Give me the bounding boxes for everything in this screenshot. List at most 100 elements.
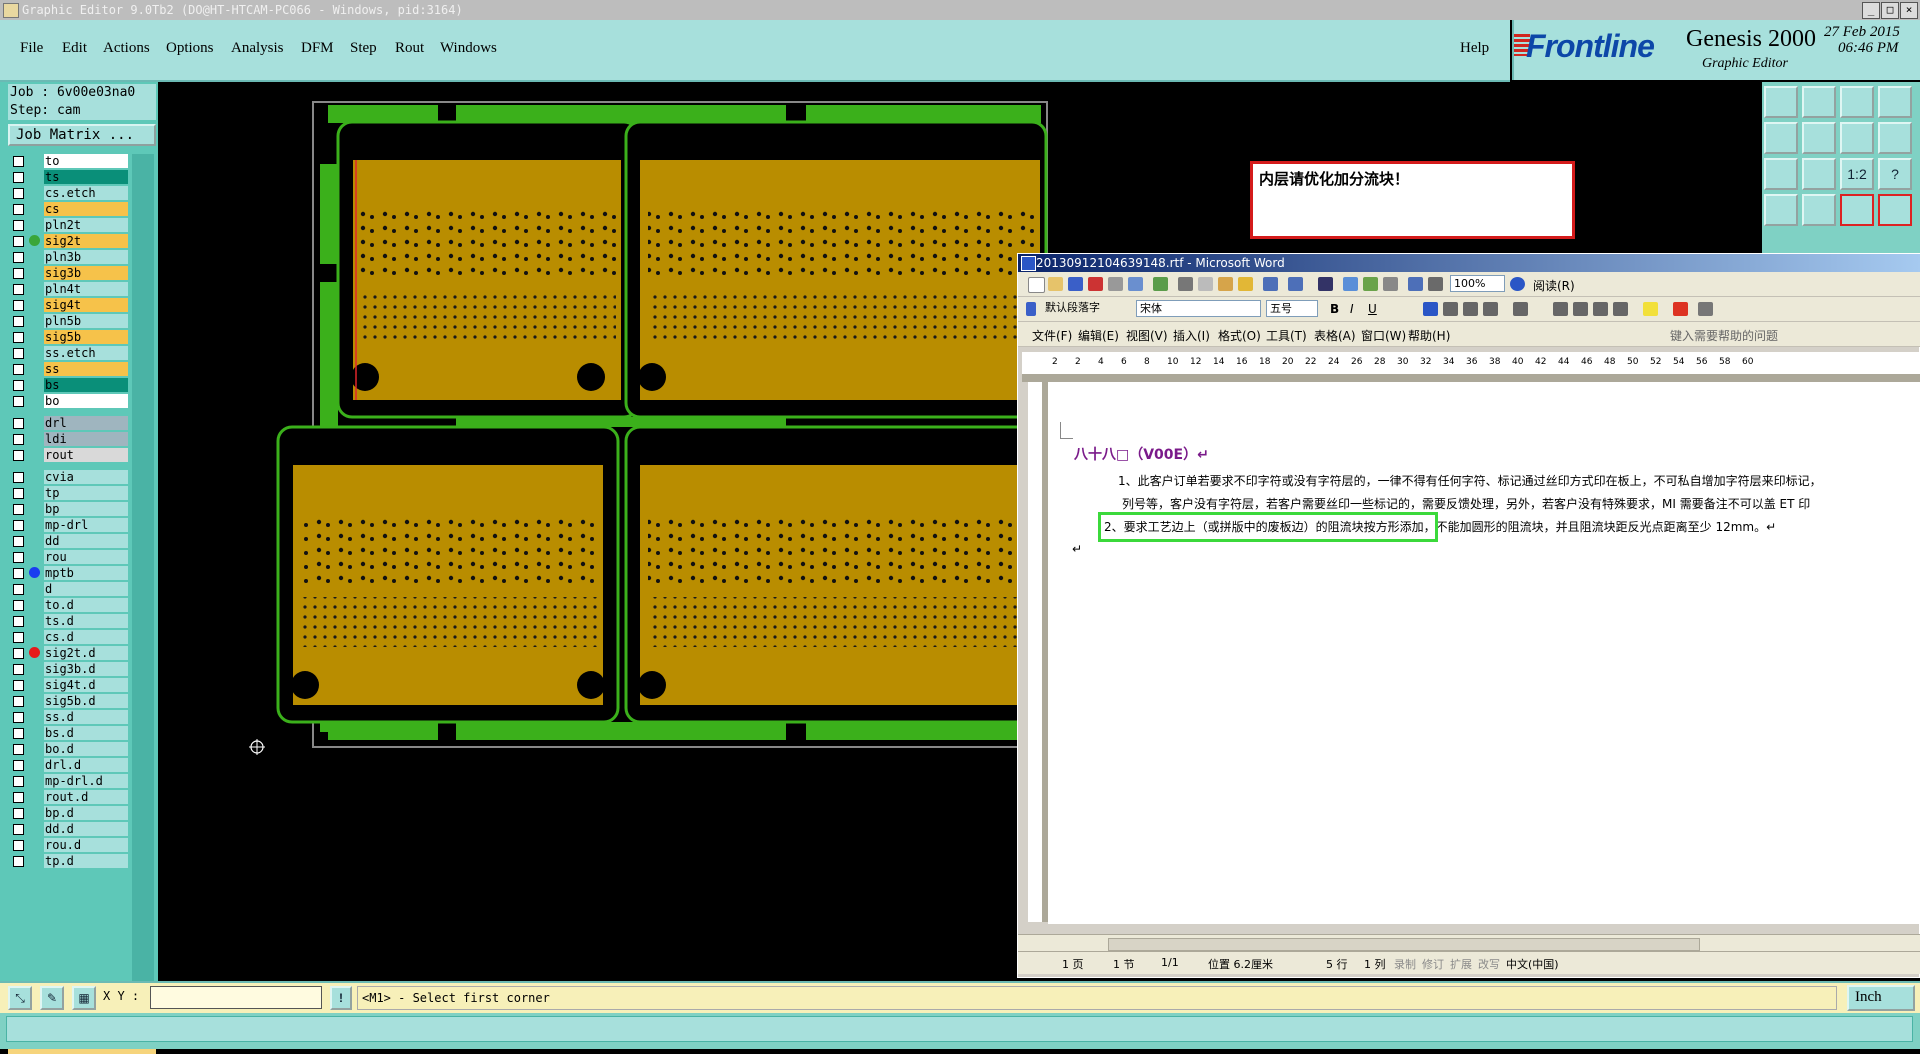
char-shading-icon[interactable] xyxy=(1698,302,1713,316)
layer-row[interactable]: sig4t xyxy=(8,298,130,312)
layer-checkbox[interactable] xyxy=(13,792,24,803)
layer-checkbox[interactable] xyxy=(13,252,24,263)
layer-row[interactable]: cvia xyxy=(8,470,130,484)
house-icon[interactable] xyxy=(1840,86,1874,118)
drawing-icon[interactable] xyxy=(1408,277,1423,291)
layer-name[interactable]: bp xyxy=(44,502,128,516)
layer-name[interactable]: tp.d xyxy=(44,854,128,868)
layer-row[interactable]: sig2t xyxy=(8,234,130,248)
copy-icon[interactable] xyxy=(1198,277,1213,291)
layer-row[interactable]: ts xyxy=(8,170,130,184)
layer-row[interactable]: pln4t xyxy=(8,282,130,296)
layer-checkbox[interactable] xyxy=(13,332,24,343)
layer-row[interactable]: cs.d xyxy=(8,630,130,644)
layer-name[interactable]: rou xyxy=(44,550,128,564)
center-icon[interactable] xyxy=(1802,158,1836,190)
layer-checkbox[interactable] xyxy=(13,520,24,531)
layer-name[interactable]: ldi xyxy=(44,432,128,446)
layer-name[interactable]: sig2t xyxy=(44,234,128,248)
layer-checkbox[interactable] xyxy=(13,552,24,563)
layer-checkbox[interactable] xyxy=(13,204,24,215)
help-icon[interactable]: ? xyxy=(1878,158,1912,190)
word-menu-window[interactable]: 窗口(W) xyxy=(1361,327,1406,344)
layer-row[interactable]: ss xyxy=(8,362,130,376)
job-matrix-button[interactable]: Job Matrix ... xyxy=(8,124,156,146)
highlight-icon[interactable] xyxy=(1643,302,1658,316)
layer-checkbox[interactable] xyxy=(13,268,24,279)
layer-row[interactable]: sig4t.d xyxy=(8,678,130,692)
layer-checkbox[interactable] xyxy=(13,284,24,295)
layer-name[interactable]: dd xyxy=(44,534,128,548)
layer-checkbox[interactable] xyxy=(13,808,24,819)
layer-name[interactable]: ts xyxy=(44,170,128,184)
layer-checkbox[interactable] xyxy=(13,364,24,375)
menu-edit[interactable]: Edit xyxy=(62,40,87,57)
layer-checkbox[interactable] xyxy=(13,504,24,515)
layer-name[interactable]: dd.d xyxy=(44,822,128,836)
layer-checkbox[interactable] xyxy=(13,472,24,483)
styles-icon[interactable] xyxy=(1026,302,1036,316)
status-extend[interactable]: 扩展 xyxy=(1450,956,1472,972)
layer-checkbox[interactable] xyxy=(13,632,24,643)
font-select[interactable]: 宋体 xyxy=(1136,300,1261,317)
line-spacing-icon[interactable] xyxy=(1513,302,1528,316)
zoom-select[interactable]: 100% xyxy=(1450,275,1505,292)
menu-actions[interactable]: Actions xyxy=(103,40,150,57)
word-menu-format[interactable]: 格式(O) xyxy=(1218,327,1261,344)
layer-name[interactable]: sig4t.d xyxy=(44,678,128,692)
measure-icon[interactable] xyxy=(1840,194,1874,226)
menu-rout[interactable]: Rout xyxy=(395,40,424,57)
layer-name[interactable]: ts.d xyxy=(44,614,128,628)
layer-checkbox[interactable] xyxy=(13,696,24,707)
layer-checkbox[interactable] xyxy=(13,348,24,359)
font-color-icon[interactable] xyxy=(1673,302,1688,316)
layer-row[interactable]: pln5b xyxy=(8,314,130,328)
layer-row[interactable]: ss.d xyxy=(8,710,130,724)
layer-row[interactable]: pln2t xyxy=(8,218,130,232)
layer-row[interactable]: rou xyxy=(8,550,130,564)
italic-button[interactable]: I xyxy=(1350,302,1354,316)
layer-row[interactable]: ldi xyxy=(8,432,130,446)
outdent-icon[interactable] xyxy=(1593,302,1608,316)
layer-name[interactable]: ss.d xyxy=(44,710,128,724)
layer-row[interactable]: ts.d xyxy=(8,614,130,628)
layer-name[interactable]: cvia xyxy=(44,470,128,484)
menu-file[interactable]: File xyxy=(20,40,43,57)
layer-row[interactable]: bs.d xyxy=(8,726,130,740)
word-menu-table[interactable]: 表格(A) xyxy=(1314,327,1356,344)
horizontal-ruler[interactable]: 2 2 4 6 8 10 12 14 16 18 20 22 24 26 28 30 32 34 36 38 40 42 4… xyxy=(1022,352,1920,382)
redo-icon[interactable] xyxy=(1288,277,1303,291)
layer-name[interactable]: sig5b.d xyxy=(44,694,128,708)
layer-row[interactable]: rou.d xyxy=(8,838,130,852)
layer-checkbox[interactable] xyxy=(13,600,24,611)
columns-icon[interactable] xyxy=(1383,277,1398,291)
paste-icon[interactable] xyxy=(1218,277,1233,291)
menu-help[interactable]: Help xyxy=(1460,40,1489,57)
layer-row[interactable]: rout.d xyxy=(8,790,130,804)
layer-checkbox[interactable] xyxy=(13,664,24,675)
layer-checkbox[interactable] xyxy=(13,418,24,429)
layer-name[interactable]: mp-drl xyxy=(44,518,128,532)
layer-name[interactable]: pln4t xyxy=(44,282,128,296)
layer-row[interactable]: cs.etch xyxy=(8,186,130,200)
align-left-icon[interactable] xyxy=(1423,302,1438,316)
status-record[interactable]: 录制 xyxy=(1394,956,1416,972)
word-menu-edit[interactable]: 编辑(E) xyxy=(1078,327,1119,344)
units-button[interactable]: Inch xyxy=(1847,985,1915,1011)
layer-checkbox[interactable] xyxy=(13,156,24,167)
layer-name[interactable]: mptb xyxy=(44,566,128,580)
layer-name[interactable]: rout.d xyxy=(44,790,128,804)
layer-row[interactable]: bp xyxy=(8,502,130,516)
help-search-box[interactable]: 键入需要帮助的问题 xyxy=(1670,327,1778,344)
bold-button[interactable]: B xyxy=(1330,302,1339,316)
layer-row[interactable]: sig5b xyxy=(8,330,130,344)
layer-checkbox[interactable] xyxy=(13,744,24,755)
show-marks-icon[interactable] xyxy=(1428,277,1443,291)
layer-row[interactable]: dd.d xyxy=(8,822,130,836)
style-select[interactable]: 默认段落字 xyxy=(1042,300,1137,317)
select-tool-icon[interactable]: ⤡ xyxy=(8,986,32,1010)
layer-name[interactable]: sig5b xyxy=(44,330,128,344)
layer-name[interactable]: ss xyxy=(44,362,128,376)
layer-checkbox[interactable] xyxy=(13,316,24,327)
layer-checkbox[interactable] xyxy=(13,300,24,311)
